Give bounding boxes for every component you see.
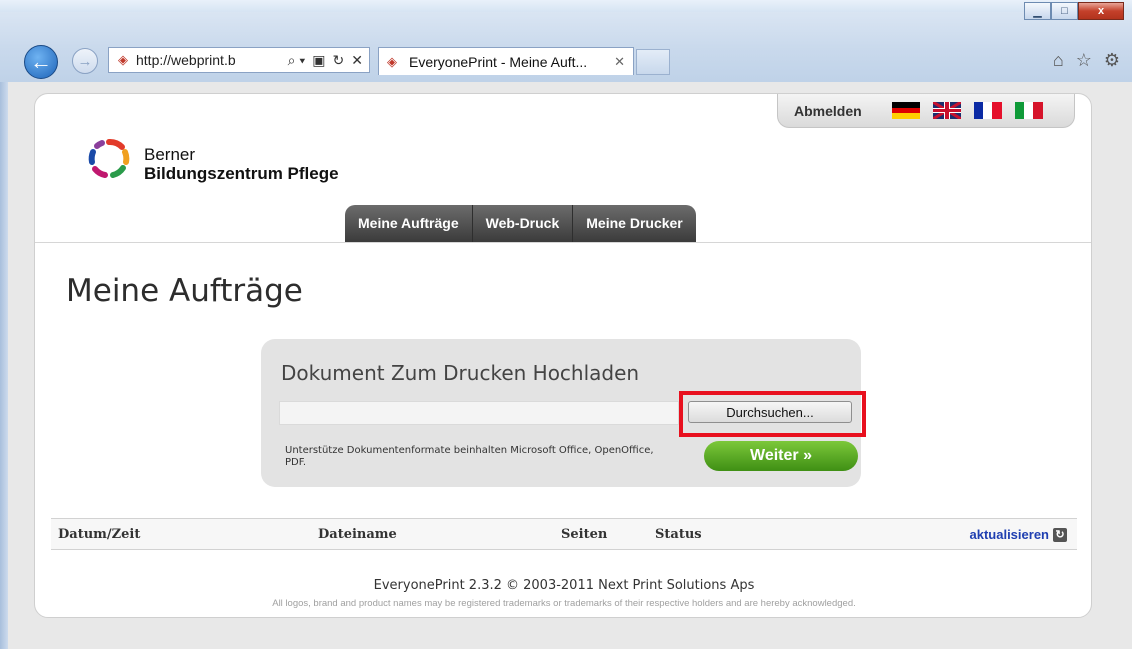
refresh-icon[interactable]: ↻	[1053, 527, 1067, 542]
brand-line-1: Berner	[144, 145, 196, 164]
maximize-button[interactable]: □	[1051, 2, 1078, 20]
column-filename: Dateiname	[318, 527, 397, 542]
flag-uk-icon[interactable]	[932, 102, 961, 119]
supported-formats-text: Unterstütze Dokumentenformate beinhalten…	[285, 445, 654, 468]
tab-title: EveryonePrint - Meine Auft...	[409, 53, 588, 70]
close-tab-icon[interactable]: ✕	[614, 54, 625, 70]
jobs-table-header: Datum/Zeit Dateiname Seiten Status aktua…	[51, 518, 1077, 550]
page-viewport: Abmelden Berner Bildungszentrum Pflege M…	[8, 82, 1132, 649]
page-title: Meine Aufträge	[66, 273, 303, 309]
flag-italian-icon[interactable]	[1014, 102, 1043, 119]
footer-version: EveryonePrint 2.3.2 © 2003-2011 Next Pri…	[373, 578, 755, 593]
upload-panel: Dokument Zum Drucken Hochladen Durchsuch…	[261, 339, 866, 487]
forward-button[interactable]: →	[72, 48, 98, 74]
new-tab-button[interactable]	[636, 49, 670, 75]
flag-german-icon[interactable]	[891, 102, 920, 120]
address-url[interactable]: http://webprint.b	[136, 52, 288, 68]
continue-button[interactable]: Weiter »	[704, 441, 858, 471]
window-frame-left	[0, 82, 8, 649]
address-bar[interactable]: ◈ http://webprint.b ⌕ ▾ ▣ ↻ ✕	[108, 47, 370, 73]
content-card: Abmelden Berner Bildungszentrum Pflege M…	[34, 93, 1092, 618]
arrow-right-icon: →	[77, 52, 93, 70]
brand-line-2: Bildungszentrum Pflege	[144, 164, 339, 183]
refresh-link[interactable]: aktualisieren ↻	[970, 527, 1067, 542]
refresh-icon[interactable]: ↻	[333, 52, 345, 69]
search-dropdown-icon[interactable]: ⌕ ▾	[288, 52, 306, 69]
title-bar	[0, 0, 1132, 12]
column-pages: Seiten	[561, 527, 608, 542]
address-tools: ⌕ ▾ ▣ ↻ ✕	[288, 52, 363, 69]
nav-my-printers[interactable]: Meine Drucker	[573, 205, 695, 242]
browser-tab[interactable]: ◈ EveryonePrint - Meine Auft... ✕	[378, 47, 634, 75]
tab-favicon-icon: ◈	[387, 53, 397, 69]
browse-button[interactable]: Durchsuchen...	[688, 401, 852, 423]
main-nav: Meine Aufträge Web-Druck Meine Drucker	[345, 205, 696, 242]
gear-icon[interactable]: ⚙	[1104, 50, 1120, 71]
home-icon[interactable]: ⌂	[1053, 50, 1064, 71]
refresh-label[interactable]: aktualisieren	[970, 527, 1050, 542]
back-button[interactable]: ←	[24, 45, 58, 79]
arrow-left-icon: ←	[30, 49, 52, 74]
brand-name: Berner Bildungszentrum Pflege	[144, 146, 339, 184]
stop-icon[interactable]: ✕	[351, 52, 363, 69]
browser-chrome: ▁ □ x ← → ◈ http://webprint.b ⌕ ▾ ▣ ↻ ✕ …	[0, 0, 1132, 82]
header-divider	[35, 242, 1091, 243]
column-status: Status	[655, 527, 702, 542]
logout-link[interactable]: Abmelden	[794, 103, 862, 119]
favorites-star-icon[interactable]: ☆	[1076, 50, 1092, 71]
footer-disclaimer: All logos, brand and product names may b…	[272, 598, 856, 609]
file-path-input[interactable]	[279, 401, 679, 425]
minimize-button[interactable]: ▁	[1024, 2, 1051, 20]
compatibility-icon[interactable]: ▣	[312, 52, 325, 69]
nav-web-print[interactable]: Web-Druck	[473, 205, 574, 242]
site-favicon-icon: ◈	[118, 52, 128, 67]
nav-my-jobs[interactable]: Meine Aufträge	[345, 205, 473, 242]
window-controls: ▁ □ x	[1024, 2, 1124, 20]
column-date-time: Datum/Zeit	[58, 527, 141, 542]
flag-french-icon[interactable]	[973, 102, 1002, 119]
organization-logo-icon	[88, 139, 130, 178]
browser-toolbar-icons: ⌂ ☆ ⚙	[1053, 50, 1120, 71]
language-bar: Abmelden	[777, 94, 1075, 128]
close-window-button[interactable]: x	[1078, 2, 1124, 20]
upload-title: Dokument Zum Drucken Hochladen	[281, 361, 640, 385]
